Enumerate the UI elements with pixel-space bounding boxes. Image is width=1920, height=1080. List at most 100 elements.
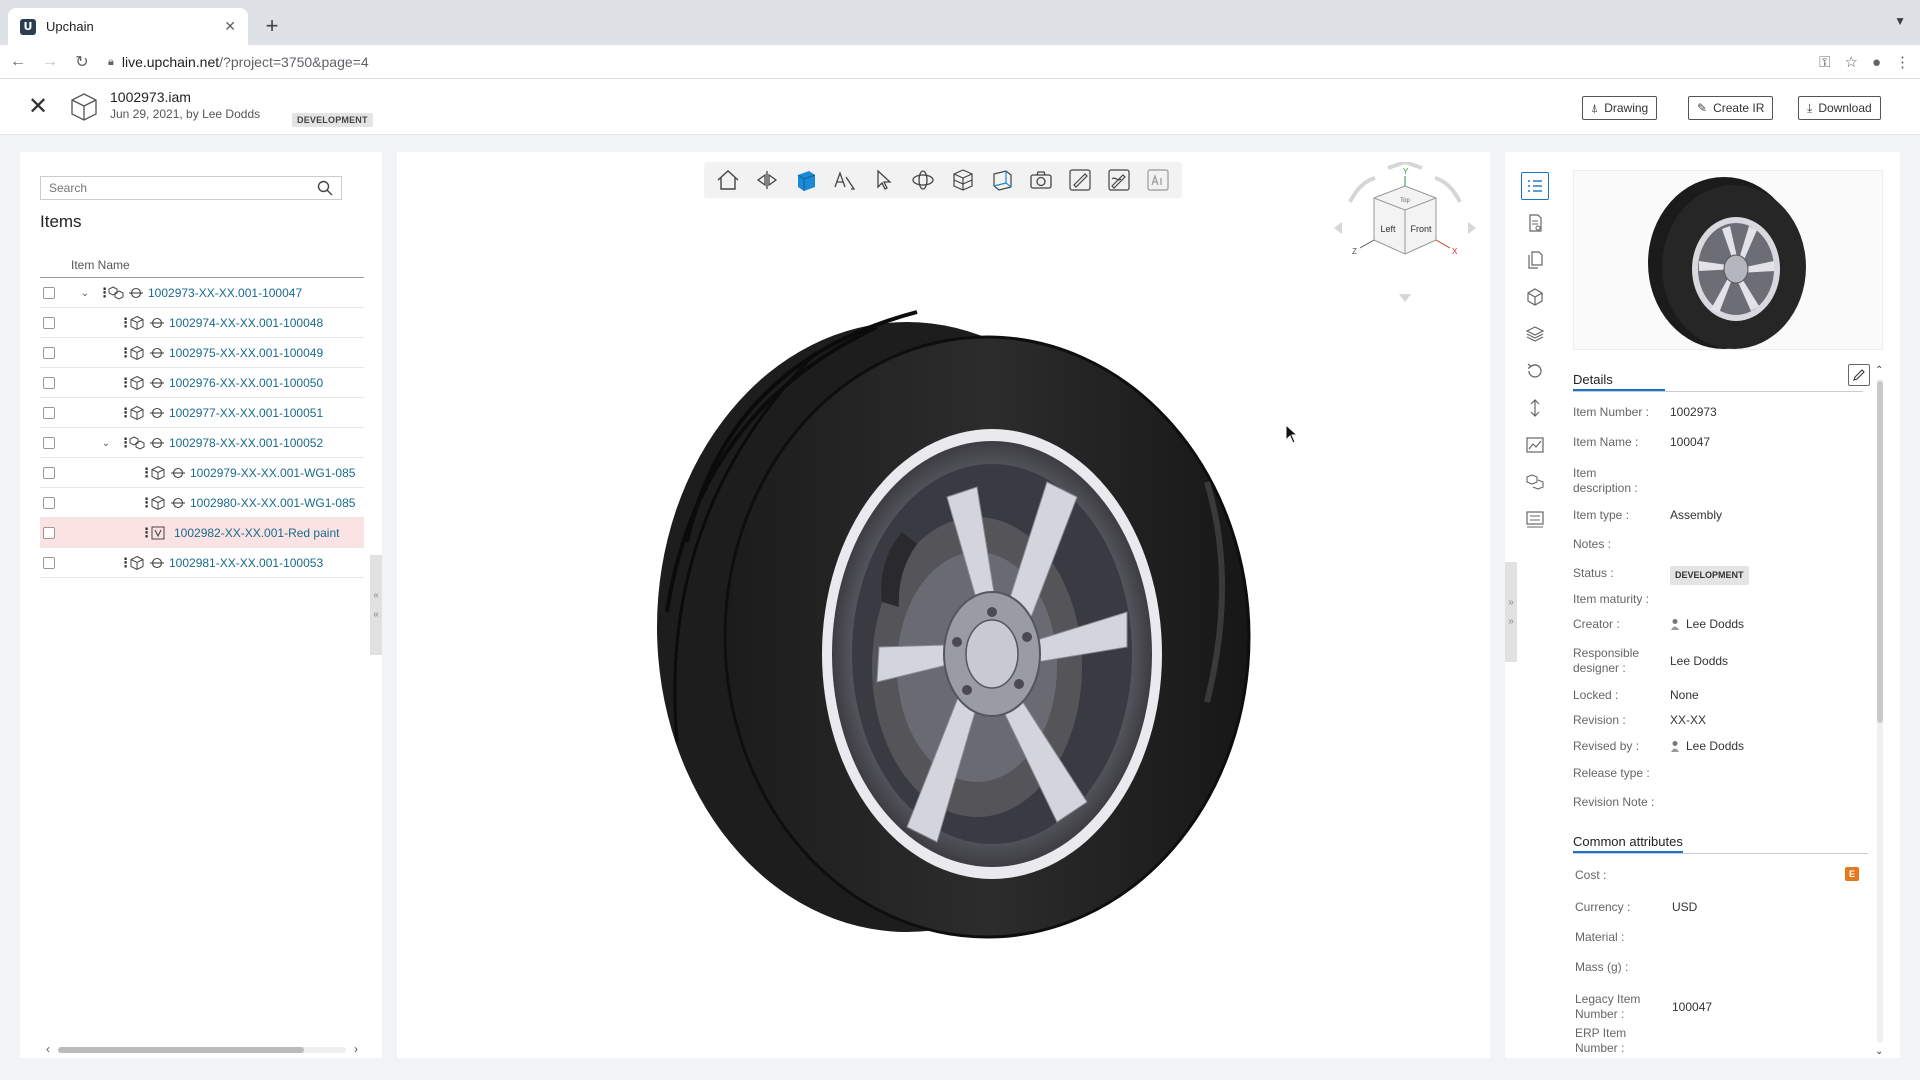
- row-menu-icon[interactable]: ⋮: [98, 286, 111, 301]
- item-link[interactable]: 1002975-XX-XX.001-100049: [169, 346, 323, 360]
- scroll-up-icon[interactable]: ⌃: [1875, 365, 1883, 376]
- collapse-left-panel-handle[interactable]: « «: [370, 555, 382, 655]
- tree-row[interactable]: ⋮ 1002976-XX-XX.001-100050: [40, 368, 364, 398]
- download-button[interactable]: ⤓ Download: [1798, 96, 1881, 120]
- scrollbar-thumb[interactable]: [1877, 381, 1883, 723]
- tree-row[interactable]: ⋮ 1002979-XX-XX.001-WG1-085: [40, 458, 364, 488]
- browser-menu-icon[interactable]: ⋮: [1895, 53, 1910, 71]
- row-menu-icon[interactable]: ⋮: [119, 316, 132, 331]
- tree-row[interactable]: ⌄ ⋮ 1002978-XX-XX.001-100052: [40, 428, 364, 458]
- row-checkbox[interactable]: [43, 497, 55, 509]
- select-icon[interactable]: [865, 162, 904, 198]
- row-menu-icon[interactable]: ⋮: [140, 526, 153, 541]
- properties-list-icon[interactable]: [1521, 172, 1549, 200]
- row-checkbox[interactable]: [43, 407, 55, 419]
- browser-tab[interactable]: U Upchain ✕: [8, 8, 248, 45]
- close-viewer-icon[interactable]: ✕: [26, 94, 50, 119]
- scroll-right-icon[interactable]: ›: [354, 1042, 358, 1056]
- row-menu-icon[interactable]: ⋮: [119, 436, 132, 451]
- item-link[interactable]: 1002973-XX-XX.001-100047: [148, 286, 302, 300]
- key-icon[interactable]: ⚿: [1819, 54, 1830, 71]
- back-icon[interactable]: ←: [4, 48, 32, 76]
- part-cube-icon[interactable]: [1521, 283, 1549, 311]
- row-checkbox[interactable]: [43, 377, 55, 389]
- camera-icon[interactable]: [1021, 162, 1060, 198]
- chevron-down-icon[interactable]: ⌄: [99, 438, 113, 449]
- row-menu-icon[interactable]: ⋮: [119, 406, 132, 421]
- reload-icon[interactable]: ↻: [68, 48, 96, 76]
- prop-responsible-designer: Responsible designer : Lee Dodds: [1573, 646, 1729, 675]
- documents-icon[interactable]: [1521, 246, 1549, 274]
- forward-icon[interactable]: →: [36, 48, 64, 76]
- perspective-icon[interactable]: [982, 162, 1021, 198]
- scroll-down-icon[interactable]: ⌄: [1875, 1046, 1883, 1057]
- row-menu-icon[interactable]: ⋮: [119, 346, 132, 361]
- edit-details-button[interactable]: [1848, 364, 1870, 386]
- item-link[interactable]: 1002982-XX-XX.001-Red paint: [174, 526, 339, 540]
- row-menu-icon[interactable]: ⋮: [140, 496, 153, 511]
- assembly-structure-icon[interactable]: [1521, 468, 1549, 496]
- tree-row[interactable]: ⋮ 1002977-XX-XX.001-100051: [40, 398, 364, 428]
- edit-markup-icon[interactable]: [1100, 162, 1139, 198]
- row-menu-icon[interactable]: ⋮: [140, 466, 153, 481]
- tab-search-icon[interactable]: ▼: [1894, 14, 1906, 28]
- document-settings-icon[interactable]: [1521, 209, 1549, 237]
- chevron-down-icon[interactable]: ⌄: [78, 288, 92, 299]
- tree-row[interactable]: ⌄ ⋮ 1002973-XX-XX.001-100047: [40, 278, 364, 308]
- new-tab-icon[interactable]: +: [258, 12, 286, 40]
- item-link[interactable]: 1002977-XX-XX.001-100051: [169, 406, 323, 420]
- history-icon[interactable]: [1521, 357, 1549, 385]
- explode-icon[interactable]: [747, 162, 786, 198]
- chart-icon[interactable]: [1521, 431, 1549, 459]
- tree-row-selected[interactable]: ⋮ 1002982-XX-XX.001-Red paint: [40, 518, 364, 548]
- collapse-right-panel-handle[interactable]: » »: [1505, 562, 1517, 662]
- scrollbar-thumb[interactable]: [58, 1047, 304, 1053]
- drawing-button[interactable]: ⍋ Drawing: [1582, 96, 1658, 120]
- edit-cost-icon[interactable]: E: [1845, 867, 1859, 881]
- solid-view-icon[interactable]: [786, 162, 825, 198]
- search-field[interactable]: [40, 176, 342, 200]
- horizontal-scrollbar[interactable]: ‹ ›: [46, 1042, 358, 1056]
- row-checkbox[interactable]: [43, 317, 55, 329]
- layers-icon[interactable]: [1521, 320, 1549, 348]
- markup-icon[interactable]: [1061, 162, 1100, 198]
- tree-row[interactable]: ⋮ 1002980-XX-XX.001-WG1-085: [40, 488, 364, 518]
- item-link[interactable]: 1002974-XX-XX.001-100048: [169, 316, 323, 330]
- home-icon[interactable]: [708, 162, 747, 198]
- row-checkbox[interactable]: [43, 557, 55, 569]
- close-tab-icon[interactable]: ✕: [224, 18, 236, 35]
- wheel-3d-model[interactable]: [647, 282, 1267, 942]
- where-used-icon[interactable]: [1521, 394, 1549, 422]
- row-checkbox[interactable]: [43, 527, 55, 539]
- column-header-item-name[interactable]: Item Name: [40, 256, 364, 278]
- details-vertical-scrollbar[interactable]: ⌃ ⌄: [1875, 365, 1885, 1057]
- item-link[interactable]: 1002980-XX-XX.001-WG1-085: [190, 496, 355, 510]
- navigation-cube[interactable]: Top Left Front Y Z X: [1330, 162, 1480, 312]
- address-bar[interactable]: 🔒︎ live.upchain.net/?project=3750&page=4: [108, 48, 1788, 76]
- search-input[interactable]: [49, 181, 317, 195]
- tree-row[interactable]: ⋮ 1002975-XX-XX.001-100049: [40, 338, 364, 368]
- annotate-icon[interactable]: [826, 162, 865, 198]
- search-icon[interactable]: [317, 180, 333, 196]
- item-link[interactable]: 1002981-XX-XX.001-100053: [169, 556, 323, 570]
- row-checkbox[interactable]: [43, 437, 55, 449]
- profile-icon[interactable]: ●: [1872, 54, 1881, 71]
- create-ir-button[interactable]: ✎ Create IR: [1688, 96, 1774, 120]
- row-menu-icon[interactable]: ⋮: [119, 556, 132, 571]
- tree-row[interactable]: ⋮ 1002981-XX-XX.001-100053: [40, 548, 364, 578]
- section-icon[interactable]: [943, 162, 982, 198]
- tree-row[interactable]: ⋮ 1002974-XX-XX.001-100048: [40, 308, 364, 338]
- 3d-viewer[interactable]: Top Left Front Y Z X: [397, 152, 1490, 1058]
- row-menu-icon[interactable]: ⋮: [119, 376, 132, 391]
- bookmark-star-icon[interactable]: ☆: [1844, 53, 1857, 71]
- text-markup-icon[interactable]: [1139, 162, 1178, 198]
- row-checkbox[interactable]: [43, 287, 55, 299]
- item-link[interactable]: 1002979-XX-XX.001-WG1-085: [190, 466, 355, 480]
- row-checkbox[interactable]: [43, 467, 55, 479]
- item-link[interactable]: 1002978-XX-XX.001-100052: [169, 436, 323, 450]
- item-link[interactable]: 1002976-XX-XX.001-100050: [169, 376, 323, 390]
- scroll-left-icon[interactable]: ‹: [46, 1042, 50, 1056]
- row-checkbox[interactable]: [43, 347, 55, 359]
- orbit-icon[interactable]: [904, 162, 943, 198]
- bom-cart-icon[interactable]: [1521, 505, 1549, 533]
